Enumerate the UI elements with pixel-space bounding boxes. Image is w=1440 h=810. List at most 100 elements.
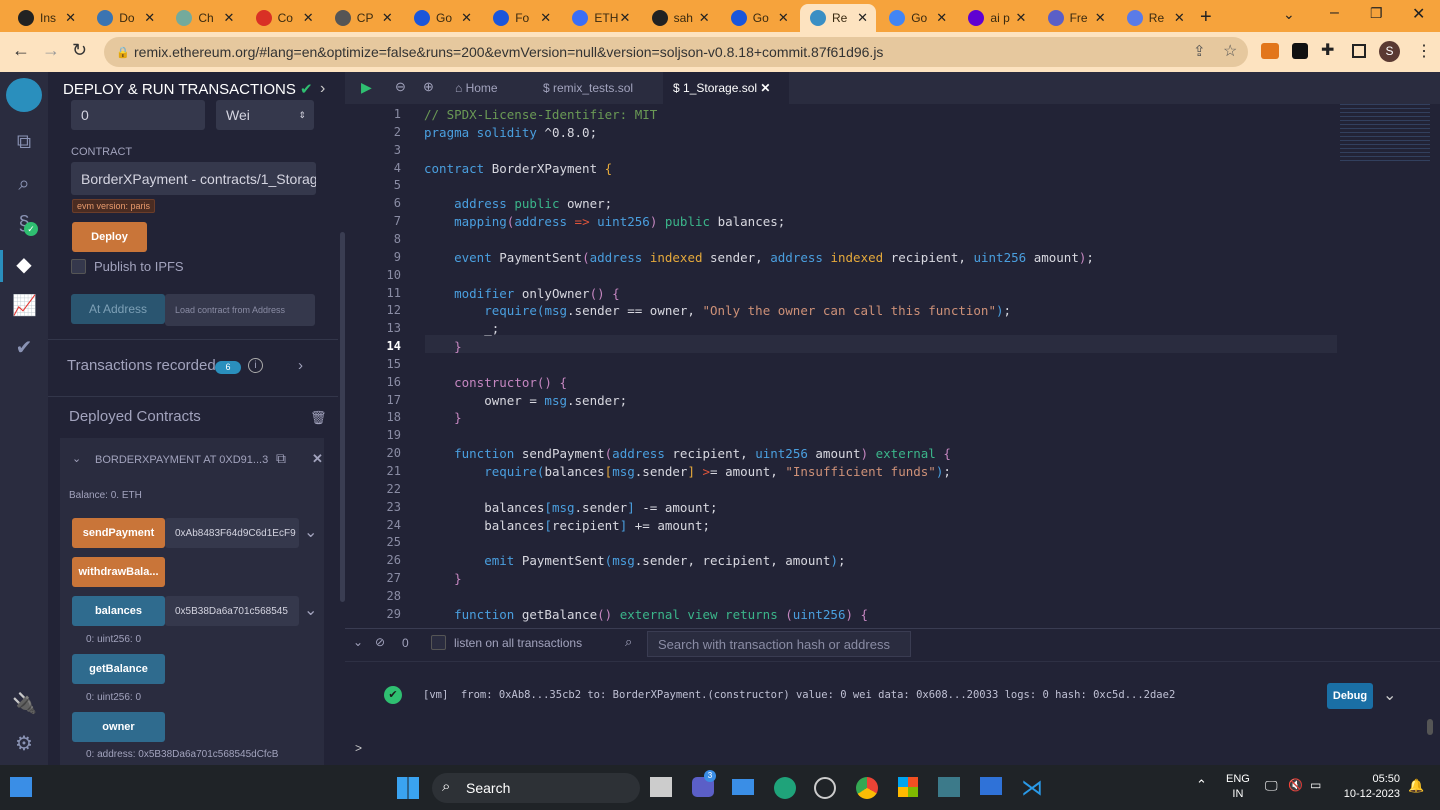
close-tab-icon[interactable]: ✕ — [1095, 10, 1106, 26]
volume-muted-icon[interactable]: 🔇 — [1288, 778, 1303, 792]
expand-chevron-icon[interactable]: › — [298, 357, 303, 374]
app-icon[interactable] — [938, 777, 960, 797]
expand-args-icon[interactable]: ⌄ — [304, 600, 317, 620]
search-icon[interactable]: ⌕ — [12, 172, 36, 196]
minimap[interactable] — [1340, 104, 1430, 164]
tray-chevron-icon[interactable]: ⌃ — [1196, 777, 1207, 793]
browser-tab[interactable]: Go ✕ — [879, 4, 955, 32]
unit-select[interactable]: Wei ⇕ — [216, 100, 314, 130]
url-input[interactable]: 🔒 remix.ethereum.org/#lang=en&optimize=fa… — [104, 37, 1248, 67]
code-line[interactable]: function getBalance() external view retu… — [424, 607, 868, 622]
contract-select[interactable]: BorderXPayment - contracts/1_Storage.sol — [71, 162, 316, 195]
expand-args-icon[interactable]: ⌄ — [304, 522, 317, 542]
send-payment-input[interactable]: 0xAb8483F64d9C6d1EcF9 — [165, 518, 299, 548]
code-line[interactable]: address public owner; — [424, 196, 612, 211]
clear-console-icon[interactable]: ⊘ — [375, 635, 385, 649]
terminal-scrollbar[interactable] — [1427, 719, 1433, 735]
owner-button[interactable]: owner — [72, 712, 165, 742]
browser-tab[interactable]: Fre ✕ — [1038, 4, 1114, 32]
expand-tx-icon[interactable]: ⌄ — [1383, 685, 1396, 705]
browser-tab[interactable]: ETH ✕ — [562, 4, 638, 32]
puzzle-extensions-icon[interactable]: ✚ — [1321, 40, 1334, 60]
code-line[interactable]: } — [424, 339, 462, 354]
browser-tab[interactable]: Ins ✕ — [8, 4, 84, 32]
reload-icon[interactable]: ↻ — [72, 40, 87, 61]
close-tab-icon[interactable]: ✕ — [778, 10, 789, 26]
sidepanel-icon[interactable] — [1352, 44, 1366, 58]
close-tab-icon[interactable]: ✕ — [619, 10, 630, 26]
browser-tab[interactable]: Re ✕ — [800, 4, 876, 32]
close-tab-icon[interactable]: ✕ — [1174, 10, 1185, 26]
close-tab-icon[interactable]: ✕ — [382, 10, 393, 26]
bookmark-star-icon[interactable]: ☆ — [1223, 41, 1237, 61]
close-window-icon[interactable]: ✕ — [1412, 4, 1425, 24]
code-line[interactable]: } — [424, 571, 462, 586]
code-line[interactable]: mapping(address => uint256) public balan… — [424, 214, 785, 229]
language-indicator[interactable]: ENG IN — [1226, 772, 1250, 802]
terminal-search-input[interactable]: Search with transaction hash or address — [647, 631, 911, 657]
browser-tab[interactable]: Go ✕ — [404, 4, 480, 32]
file-explorer-icon[interactable]: ⧉ — [12, 130, 36, 154]
zoom-out-icon[interactable]: ⊖ — [395, 79, 406, 95]
share-icon[interactable]: ⇪ — [1193, 42, 1206, 60]
analytics-icon[interactable]: 📈 — [12, 294, 37, 318]
widgets-icon[interactable] — [10, 777, 32, 797]
close-tab-icon[interactable]: ✕ — [303, 10, 314, 26]
settings-gear-icon[interactable]: ⚙ — [12, 732, 36, 756]
close-tab-icon[interactable]: ✕ — [223, 10, 234, 26]
collapse-chevron-icon[interactable]: ⌄ — [72, 452, 81, 465]
close-tab-icon[interactable]: ✕ — [144, 10, 155, 26]
battery-icon[interactable]: ▭ — [1310, 778, 1321, 792]
tx-log-entry[interactable]: [vm] from: 0xAb8...35cb2 to: BorderXPaym… — [423, 689, 1175, 701]
code-line[interactable]: balances[msg.sender] -= amount; — [424, 500, 717, 515]
instance-title[interactable]: BORDERXPAYMENT AT 0XD91...3 — [95, 454, 268, 466]
store-icon[interactable] — [898, 777, 918, 797]
browser-tab[interactable]: sah ✕ — [642, 4, 718, 32]
balances-button[interactable]: balances — [72, 596, 165, 626]
profile-avatar[interactable]: S — [1379, 41, 1400, 62]
close-instance-icon[interactable]: ✕ — [312, 451, 323, 467]
info-icon[interactable]: i — [248, 358, 263, 373]
transactions-recorded-label[interactable]: Transactions recorded — [67, 357, 216, 374]
browser-tab[interactable]: ai p ✕ — [958, 4, 1034, 32]
close-tab-icon[interactable]: ✕ — [461, 10, 472, 26]
code-line[interactable]: event PaymentSent(address indexed sender… — [424, 250, 1094, 265]
windows-start-icon[interactable] — [397, 777, 419, 799]
network-icon[interactable]: 🖵 — [1265, 778, 1278, 794]
code-line[interactable]: } — [424, 410, 462, 425]
close-tab-icon[interactable]: ✕ — [699, 10, 710, 26]
new-tab-button[interactable]: + — [1200, 6, 1212, 29]
code-line[interactable]: function sendPayment(address recipient, … — [424, 446, 951, 461]
notification-bell-icon[interactable]: 🔔 — [1408, 778, 1424, 794]
plugin-manager-icon[interactable]: 🔌 — [12, 692, 37, 716]
browser-tab[interactable]: Ch ✕ — [166, 4, 242, 32]
terminal-prompt[interactable]: > — [355, 741, 362, 755]
at-address-button[interactable]: At Address — [71, 294, 165, 324]
browser-tab[interactable]: Do ✕ — [87, 4, 163, 32]
close-tab-icon[interactable]: ✕ — [936, 10, 947, 26]
code-line[interactable]: pragma solidity ^0.8.0; — [424, 125, 597, 140]
load-contract-input[interactable]: Load contract from Address — [165, 294, 315, 326]
tab-1-storage[interactable]: $ 1_Storage.sol ✕ — [663, 72, 789, 104]
metamask-icon[interactable] — [1261, 43, 1279, 59]
code-line[interactable]: balances[recipient] += amount; — [424, 518, 710, 533]
code-line[interactable]: // SPDX-License-Identifier: MIT — [424, 107, 657, 122]
code-line[interactable]: require(msg.sender == owner, "Only the o… — [424, 303, 1011, 318]
run-play-icon[interactable]: ▶ — [361, 79, 372, 96]
tab-list-icon[interactable]: ⌄ — [1283, 6, 1295, 23]
close-tab-icon[interactable]: ✕ — [760, 81, 770, 95]
close-tab-icon[interactable]: ✕ — [540, 10, 551, 26]
maximize-icon[interactable]: ❐ — [1370, 5, 1383, 22]
vscode-icon[interactable]: ⋊ — [1021, 775, 1043, 801]
forward-icon[interactable]: → — [42, 40, 60, 61]
browser-tab[interactable]: Re ✕ — [1117, 4, 1193, 32]
send-payment-button[interactable]: sendPayment — [72, 518, 165, 548]
code-line[interactable]: require(balances[msg.sender] >= amount, … — [424, 464, 951, 479]
code-line[interactable]: contract BorderXPayment { — [424, 161, 612, 176]
deploy-run-icon[interactable]: ◆ — [12, 253, 36, 277]
tab-home[interactable]: ⌂ Home — [455, 81, 498, 95]
get-balance-button[interactable]: getBalance — [72, 654, 165, 684]
remix-logo-icon[interactable] — [6, 78, 42, 112]
close-tab-icon[interactable]: ✕ — [857, 10, 868, 26]
collapse-terminal-icon[interactable]: ⌄ — [353, 635, 363, 649]
